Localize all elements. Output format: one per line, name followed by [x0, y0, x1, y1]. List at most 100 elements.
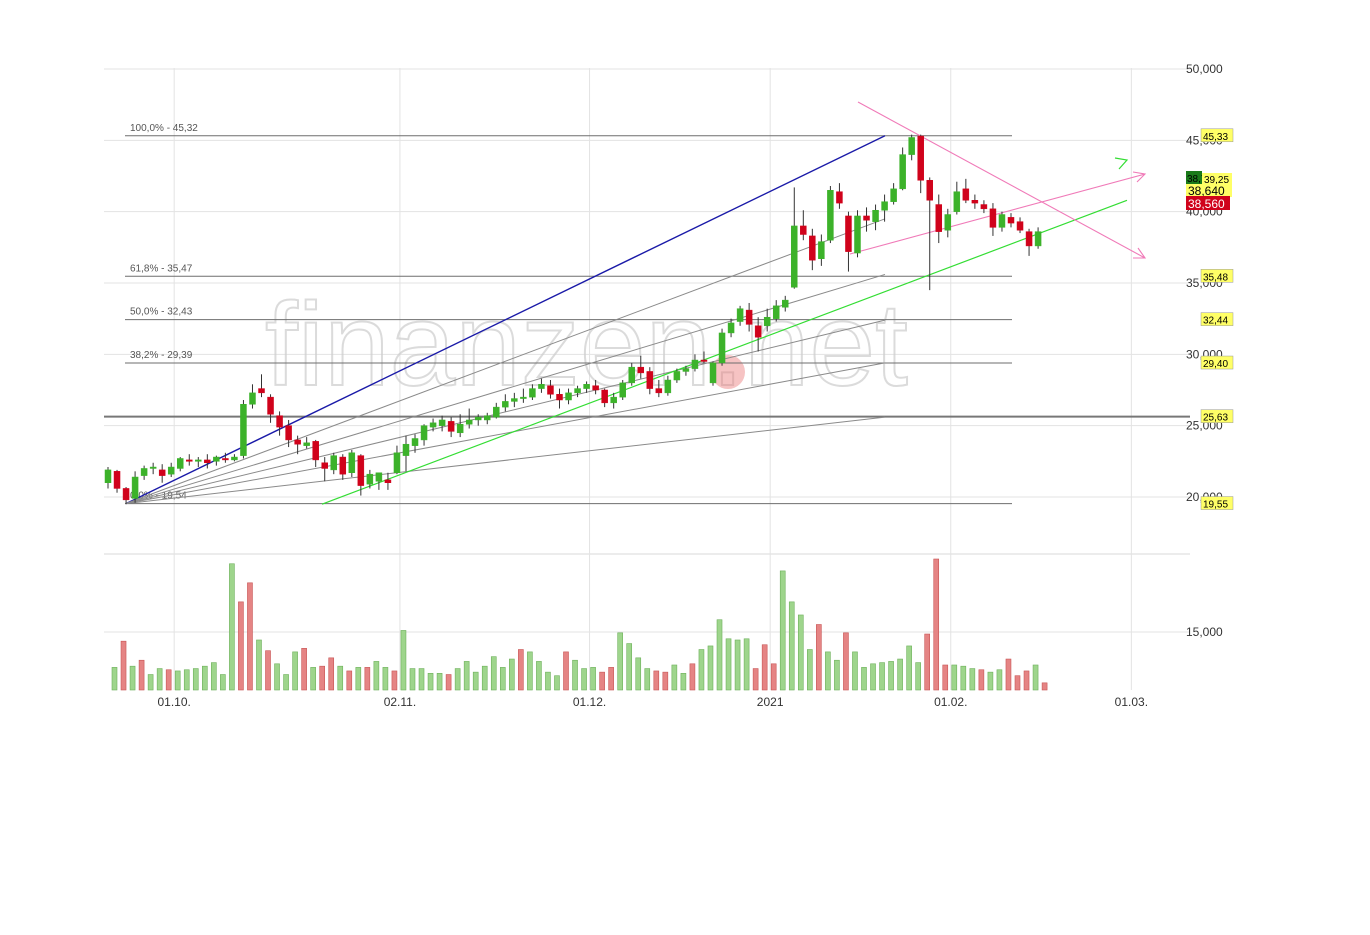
volume-bar: [274, 663, 280, 691]
candle-body: [800, 225, 807, 235]
price-tag-text: 29,40: [1203, 359, 1228, 370]
volume-bar: [545, 671, 551, 691]
candle-body: [980, 204, 988, 210]
volume-bar: [942, 664, 949, 691]
candle-body: [1025, 231, 1033, 247]
volume-bar: [554, 675, 560, 691]
volume-bar: [220, 674, 226, 691]
candle-body: [285, 425, 292, 441]
candle-body: [628, 366, 635, 384]
volume-bar: [608, 667, 614, 691]
volume-bar: [770, 663, 777, 691]
candle-body: [493, 406, 500, 418]
volume-bar: [825, 651, 831, 691]
volume-bar: [192, 668, 199, 691]
volume-bar: [138, 659, 145, 691]
volume-bar: [111, 667, 118, 691]
candle-body: [402, 443, 410, 456]
candle-body: [204, 459, 211, 464]
volume-bar: [951, 664, 958, 691]
volume-bar: [716, 619, 723, 691]
candle-body: [700, 359, 708, 362]
candle-body: [691, 359, 699, 369]
candle-body: [827, 190, 834, 241]
volume-bar: [472, 671, 479, 691]
candle-body: [565, 392, 572, 401]
candle-body: [258, 388, 265, 394]
fib-level-label: 61,8% - 35,47: [130, 263, 193, 274]
volume-bar: [346, 670, 353, 691]
volume-bar: [807, 649, 813, 691]
candle-body: [736, 308, 744, 322]
volume-bar: [698, 649, 705, 691]
volume-bar: [1023, 670, 1030, 691]
candle-body: [213, 456, 220, 462]
candle-body: [953, 191, 961, 212]
volume-bar: [834, 659, 840, 691]
volume-bar: [996, 669, 1003, 691]
volume-bar: [689, 663, 696, 691]
candle-body: [276, 415, 283, 428]
volume-bar: [635, 657, 642, 691]
x-tick-label: 02.11.: [384, 695, 416, 709]
volume-bar: [680, 673, 687, 691]
candle-body: [818, 241, 825, 259]
candle-body: [366, 473, 374, 485]
candle-body: [745, 309, 753, 325]
volume-bar: [644, 668, 651, 691]
candle-body: [529, 388, 536, 398]
candle-body: [592, 385, 599, 391]
x-tick-label: 2021: [757, 695, 784, 709]
candle-body: [502, 401, 509, 408]
price-tag-text: 32,44: [1203, 316, 1228, 327]
volume-bar: [906, 645, 912, 691]
candle-body: [709, 362, 717, 384]
candle-body: [1007, 217, 1015, 224]
candle-body: [754, 325, 762, 338]
candle-body: [167, 466, 175, 475]
volume-bar: [761, 644, 768, 691]
uptrend-arrow: [1114, 157, 1129, 170]
candle-body: [384, 479, 392, 483]
volume-bar: [617, 632, 623, 691]
candle-body: [474, 416, 482, 421]
volume-bar: [924, 633, 931, 691]
candle-body: [763, 316, 771, 327]
volume-bar: [843, 632, 849, 691]
volume-bar: [933, 558, 940, 691]
candle-body: [601, 389, 608, 404]
candle-body: [231, 456, 238, 461]
volume-bar: [599, 671, 605, 691]
candle-body: [249, 392, 256, 405]
volume-bar: [816, 624, 822, 691]
volume-bar: [861, 667, 867, 691]
volume-bar: [400, 630, 407, 691]
candle-body: [104, 469, 112, 483]
volume-bar: [319, 665, 325, 691]
candle-body: [186, 459, 193, 462]
volume-bar: [626, 643, 633, 691]
candle-body: [646, 371, 654, 389]
volume-bar: [1005, 658, 1012, 691]
volume-bar: [707, 645, 714, 691]
candle-body: [836, 191, 843, 204]
x-tick-label: 01.03.: [1115, 695, 1148, 709]
volume-bar: [283, 674, 289, 691]
candle-body: [1034, 231, 1042, 247]
candle-body: [267, 396, 274, 415]
x-tick-label: 01.12.: [573, 695, 606, 709]
y-tick-label: 50,000: [1186, 62, 1223, 76]
price-tag-text: 25,63: [1203, 413, 1228, 424]
volume-bar: [229, 563, 235, 691]
volume-bars: [111, 558, 1048, 691]
volume-bar: [427, 673, 434, 691]
candle-body: [411, 438, 419, 446]
candle-body: [465, 419, 473, 425]
candle-body: [637, 366, 645, 374]
volume-bar: [527, 651, 533, 691]
volume-bar: [662, 671, 669, 691]
volume-bar: [572, 659, 578, 691]
candle-body: [520, 396, 527, 399]
candle-body: [176, 458, 184, 469]
candle-body: [673, 371, 681, 381]
